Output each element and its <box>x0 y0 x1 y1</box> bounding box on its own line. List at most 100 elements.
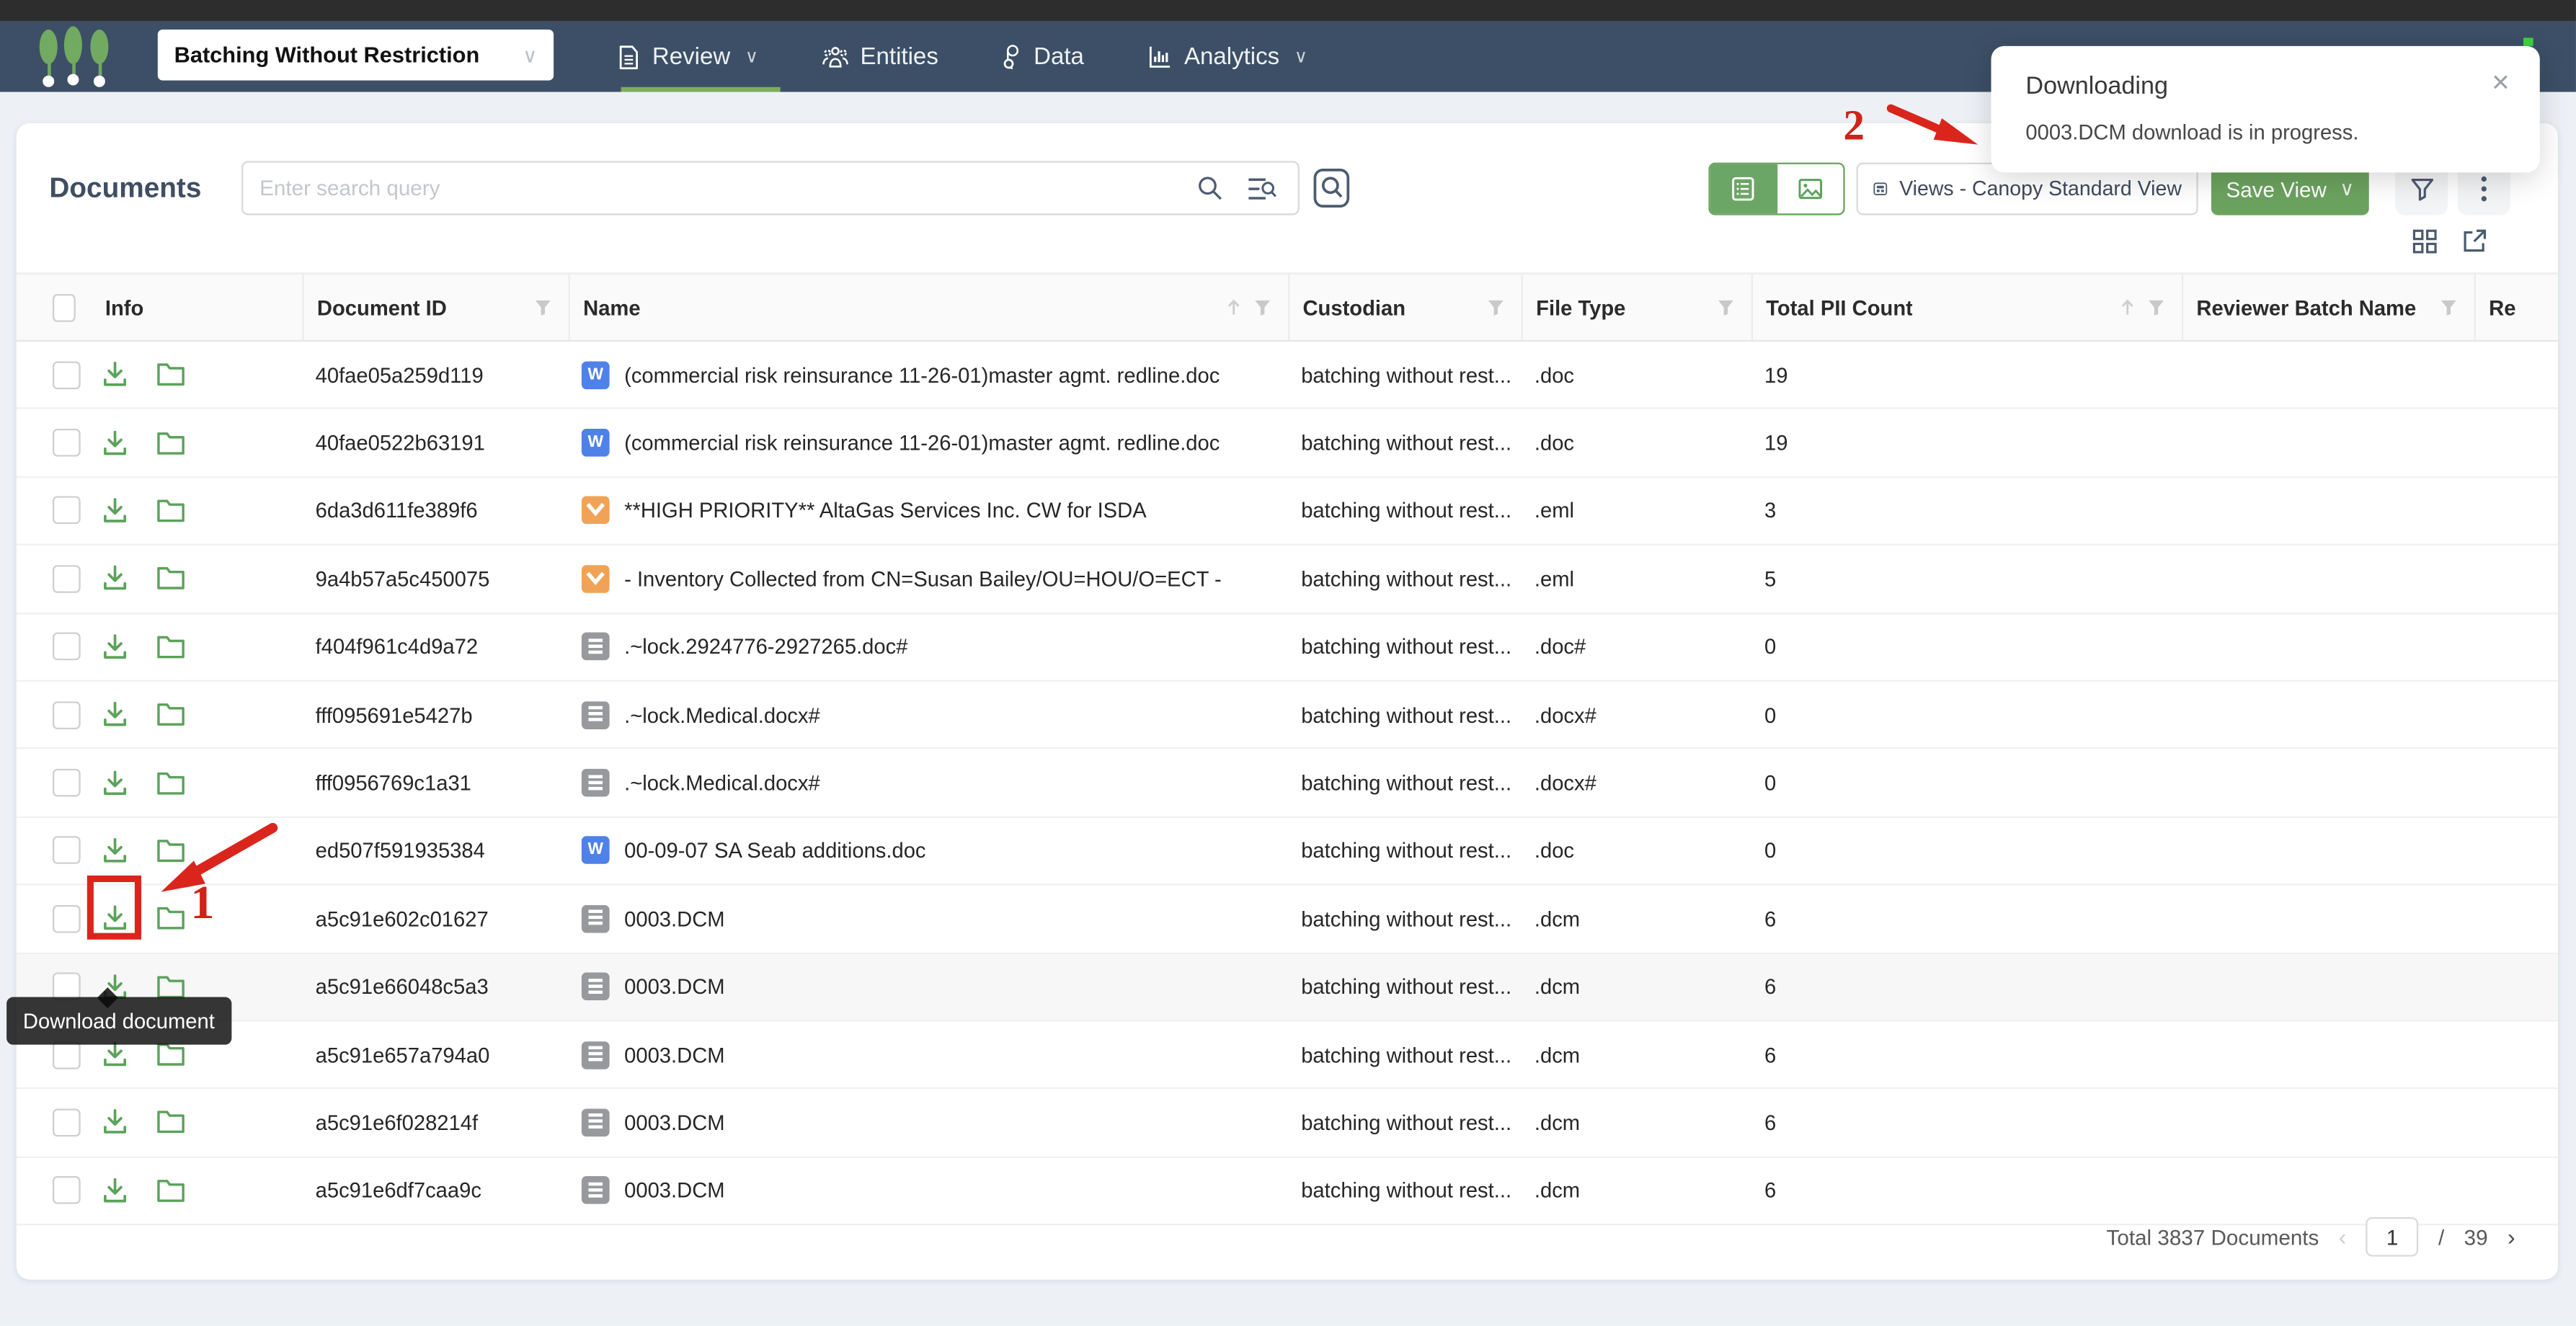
document-search-button[interactable] <box>1311 167 1352 208</box>
nav-tab-analytics[interactable]: Analytics ∨ <box>1147 22 1308 92</box>
image-view-toggle[interactable] <box>1777 164 1843 213</box>
document-name: 0003.DCM <box>624 907 724 931</box>
table-row[interactable]: ed507f591935384W00-09-07 SA Seab additio… <box>17 817 2558 885</box>
download-document-icon[interactable] <box>100 428 130 458</box>
database-icon <box>1000 43 1022 69</box>
row-checkbox[interactable] <box>53 769 81 797</box>
folder-icon[interactable] <box>156 430 186 455</box>
document-name-cell[interactable]: .~lock.2924776-2927265.doc# <box>569 633 1288 661</box>
table-row[interactable]: a5c91e66048c5a30003.DCMbatching without … <box>17 953 2558 1021</box>
nav-tab-review[interactable]: Review ∨ <box>616 22 758 92</box>
row-checkbox[interactable] <box>53 633 81 661</box>
row-checkbox[interactable] <box>53 361 81 389</box>
table-row[interactable]: f404f961c4d9a72.~lock.2924776-2927265.do… <box>17 613 2558 681</box>
query-builder-icon[interactable] <box>1247 175 1278 201</box>
document-icon <box>616 43 641 69</box>
folder-icon[interactable] <box>156 974 186 1000</box>
table-row[interactable]: 40fae0522b63191W(commercial risk reinsur… <box>17 409 2558 477</box>
search-input[interactable] <box>243 176 1196 200</box>
folder-icon[interactable] <box>156 702 186 728</box>
download-document-icon[interactable] <box>100 1176 130 1206</box>
table-row[interactable]: a5c91e657a794a00003.DCMbatching without … <box>17 1022 2558 1090</box>
row-checkbox[interactable] <box>53 565 81 593</box>
column-header-name[interactable]: Name <box>569 275 1288 340</box>
row-checkbox[interactable] <box>53 1177 81 1205</box>
filter-icon[interactable] <box>1717 298 1735 316</box>
document-name-cell[interactable]: .~lock.Medical.docx# <box>569 769 1288 797</box>
folder-icon[interactable] <box>156 770 186 796</box>
document-name-cell[interactable]: - Inventory Collected from CN=Susan Bail… <box>569 565 1288 593</box>
search-icon[interactable] <box>1196 174 1224 203</box>
download-document-icon[interactable] <box>100 496 130 525</box>
table-row[interactable]: fff095691e5427b.~lock.Medical.docx#batch… <box>17 682 2558 749</box>
document-name-cell[interactable]: 0003.DCM <box>569 1177 1288 1205</box>
folder-icon[interactable] <box>156 1110 186 1136</box>
previous-page-button[interactable]: ‹ <box>2339 1224 2347 1250</box>
column-header-info[interactable]: Info <box>92 275 303 340</box>
page-number-input[interactable] <box>2366 1217 2419 1257</box>
row-checkbox[interactable] <box>53 904 81 933</box>
column-label: Re <box>2489 295 2515 319</box>
row-checkbox[interactable] <box>53 1041 81 1069</box>
project-selector[interactable]: Batching Without Restriction ∨ <box>158 30 554 81</box>
file-type-cell: .eml <box>1522 499 1751 523</box>
column-settings-icon[interactable] <box>2412 228 2438 254</box>
document-name-cell[interactable]: 0003.DCM <box>569 973 1288 1001</box>
sort-ascending-icon[interactable] <box>2118 298 2137 317</box>
folder-icon[interactable] <box>156 633 186 659</box>
column-header-reviewer-batch-name[interactable]: Reviewer Batch Name <box>2182 275 2474 340</box>
sort-ascending-icon[interactable] <box>1224 298 1243 317</box>
filter-icon[interactable] <box>534 298 552 316</box>
download-document-icon[interactable] <box>100 564 130 594</box>
row-checkbox[interactable] <box>53 700 81 729</box>
folder-icon[interactable] <box>156 1041 186 1067</box>
table-row[interactable]: a5c91e6f028214f0003.DCMbatching without … <box>17 1090 2558 1157</box>
document-name-cell[interactable]: .~lock.Medical.docx# <box>569 700 1288 729</box>
search-in-document-icon <box>1313 167 1350 208</box>
filter-icon[interactable] <box>2147 298 2165 316</box>
column-header-total-pii-count[interactable]: Total PII Count <box>1751 275 2182 340</box>
document-name-cell[interactable]: 0003.DCM <box>569 1041 1288 1069</box>
document-name-cell[interactable]: 0003.DCM <box>569 1108 1288 1136</box>
table-row[interactable]: a5c91e602c016270003.DCMbatching without … <box>17 886 2558 953</box>
download-document-icon[interactable] <box>100 632 130 662</box>
column-header-document-id[interactable]: Document ID <box>302 275 568 340</box>
column-header-file-type[interactable]: File Type <box>1522 275 1751 340</box>
document-name-cell[interactable]: **HIGH PRIORITY** AltaGas Services Inc. … <box>569 497 1288 525</box>
list-view-toggle[interactable] <box>1710 164 1777 213</box>
filter-icon[interactable] <box>2440 298 2458 316</box>
table-row[interactable]: 6da3d611fe389f6**HIGH PRIORITY** AltaGas… <box>17 478 2558 546</box>
row-checkbox[interactable] <box>53 429 81 457</box>
table-row[interactable]: 40fae05a259d119W(commercial risk reinsur… <box>17 342 2558 409</box>
download-document-icon[interactable] <box>100 360 130 390</box>
select-all-checkbox[interactable] <box>53 293 76 321</box>
folder-icon[interactable] <box>156 362 186 388</box>
nav-tab-data[interactable]: Data <box>1000 22 1083 92</box>
download-document-icon[interactable] <box>100 836 130 866</box>
download-document-icon[interactable] <box>100 768 130 798</box>
folder-icon[interactable] <box>156 1178 186 1203</box>
download-document-icon[interactable] <box>100 700 130 729</box>
column-header-custodian[interactable]: Custodian <box>1288 275 1522 340</box>
document-name-cell[interactable]: W(commercial risk reinsurance 11-26-01)m… <box>569 429 1288 457</box>
row-checkbox[interactable] <box>53 837 81 865</box>
row-checkbox[interactable] <box>53 1108 81 1136</box>
row-checkbox[interactable] <box>53 497 81 525</box>
document-name-cell[interactable]: W(commercial risk reinsurance 11-26-01)m… <box>569 361 1288 389</box>
table-row[interactable]: 9a4b57a5c450075- Inventory Collected fro… <box>17 546 2558 613</box>
document-name-cell[interactable]: 0003.DCM <box>569 904 1288 933</box>
next-page-button[interactable]: › <box>2508 1224 2515 1250</box>
nav-tab-entities[interactable]: Entities <box>821 22 938 92</box>
folder-icon[interactable] <box>156 498 186 524</box>
download-document-icon[interactable] <box>100 1108 130 1137</box>
document-name-cell[interactable]: W00-09-07 SA Seab additions.doc <box>569 837 1288 865</box>
filter-icon[interactable] <box>1487 298 1505 316</box>
canopy-logo[interactable] <box>40 26 125 86</box>
column-header-re[interactable]: Re <box>2474 275 2558 340</box>
folder-icon[interactable] <box>156 566 186 592</box>
table-row[interactable]: fff0956769c1a31.~lock.Medical.docx#batch… <box>17 749 2558 817</box>
filter-icon[interactable] <box>1253 298 1271 316</box>
close-icon[interactable]: ✕ <box>2491 69 2510 97</box>
email-file-icon <box>582 497 610 525</box>
export-icon[interactable] <box>2461 228 2487 254</box>
